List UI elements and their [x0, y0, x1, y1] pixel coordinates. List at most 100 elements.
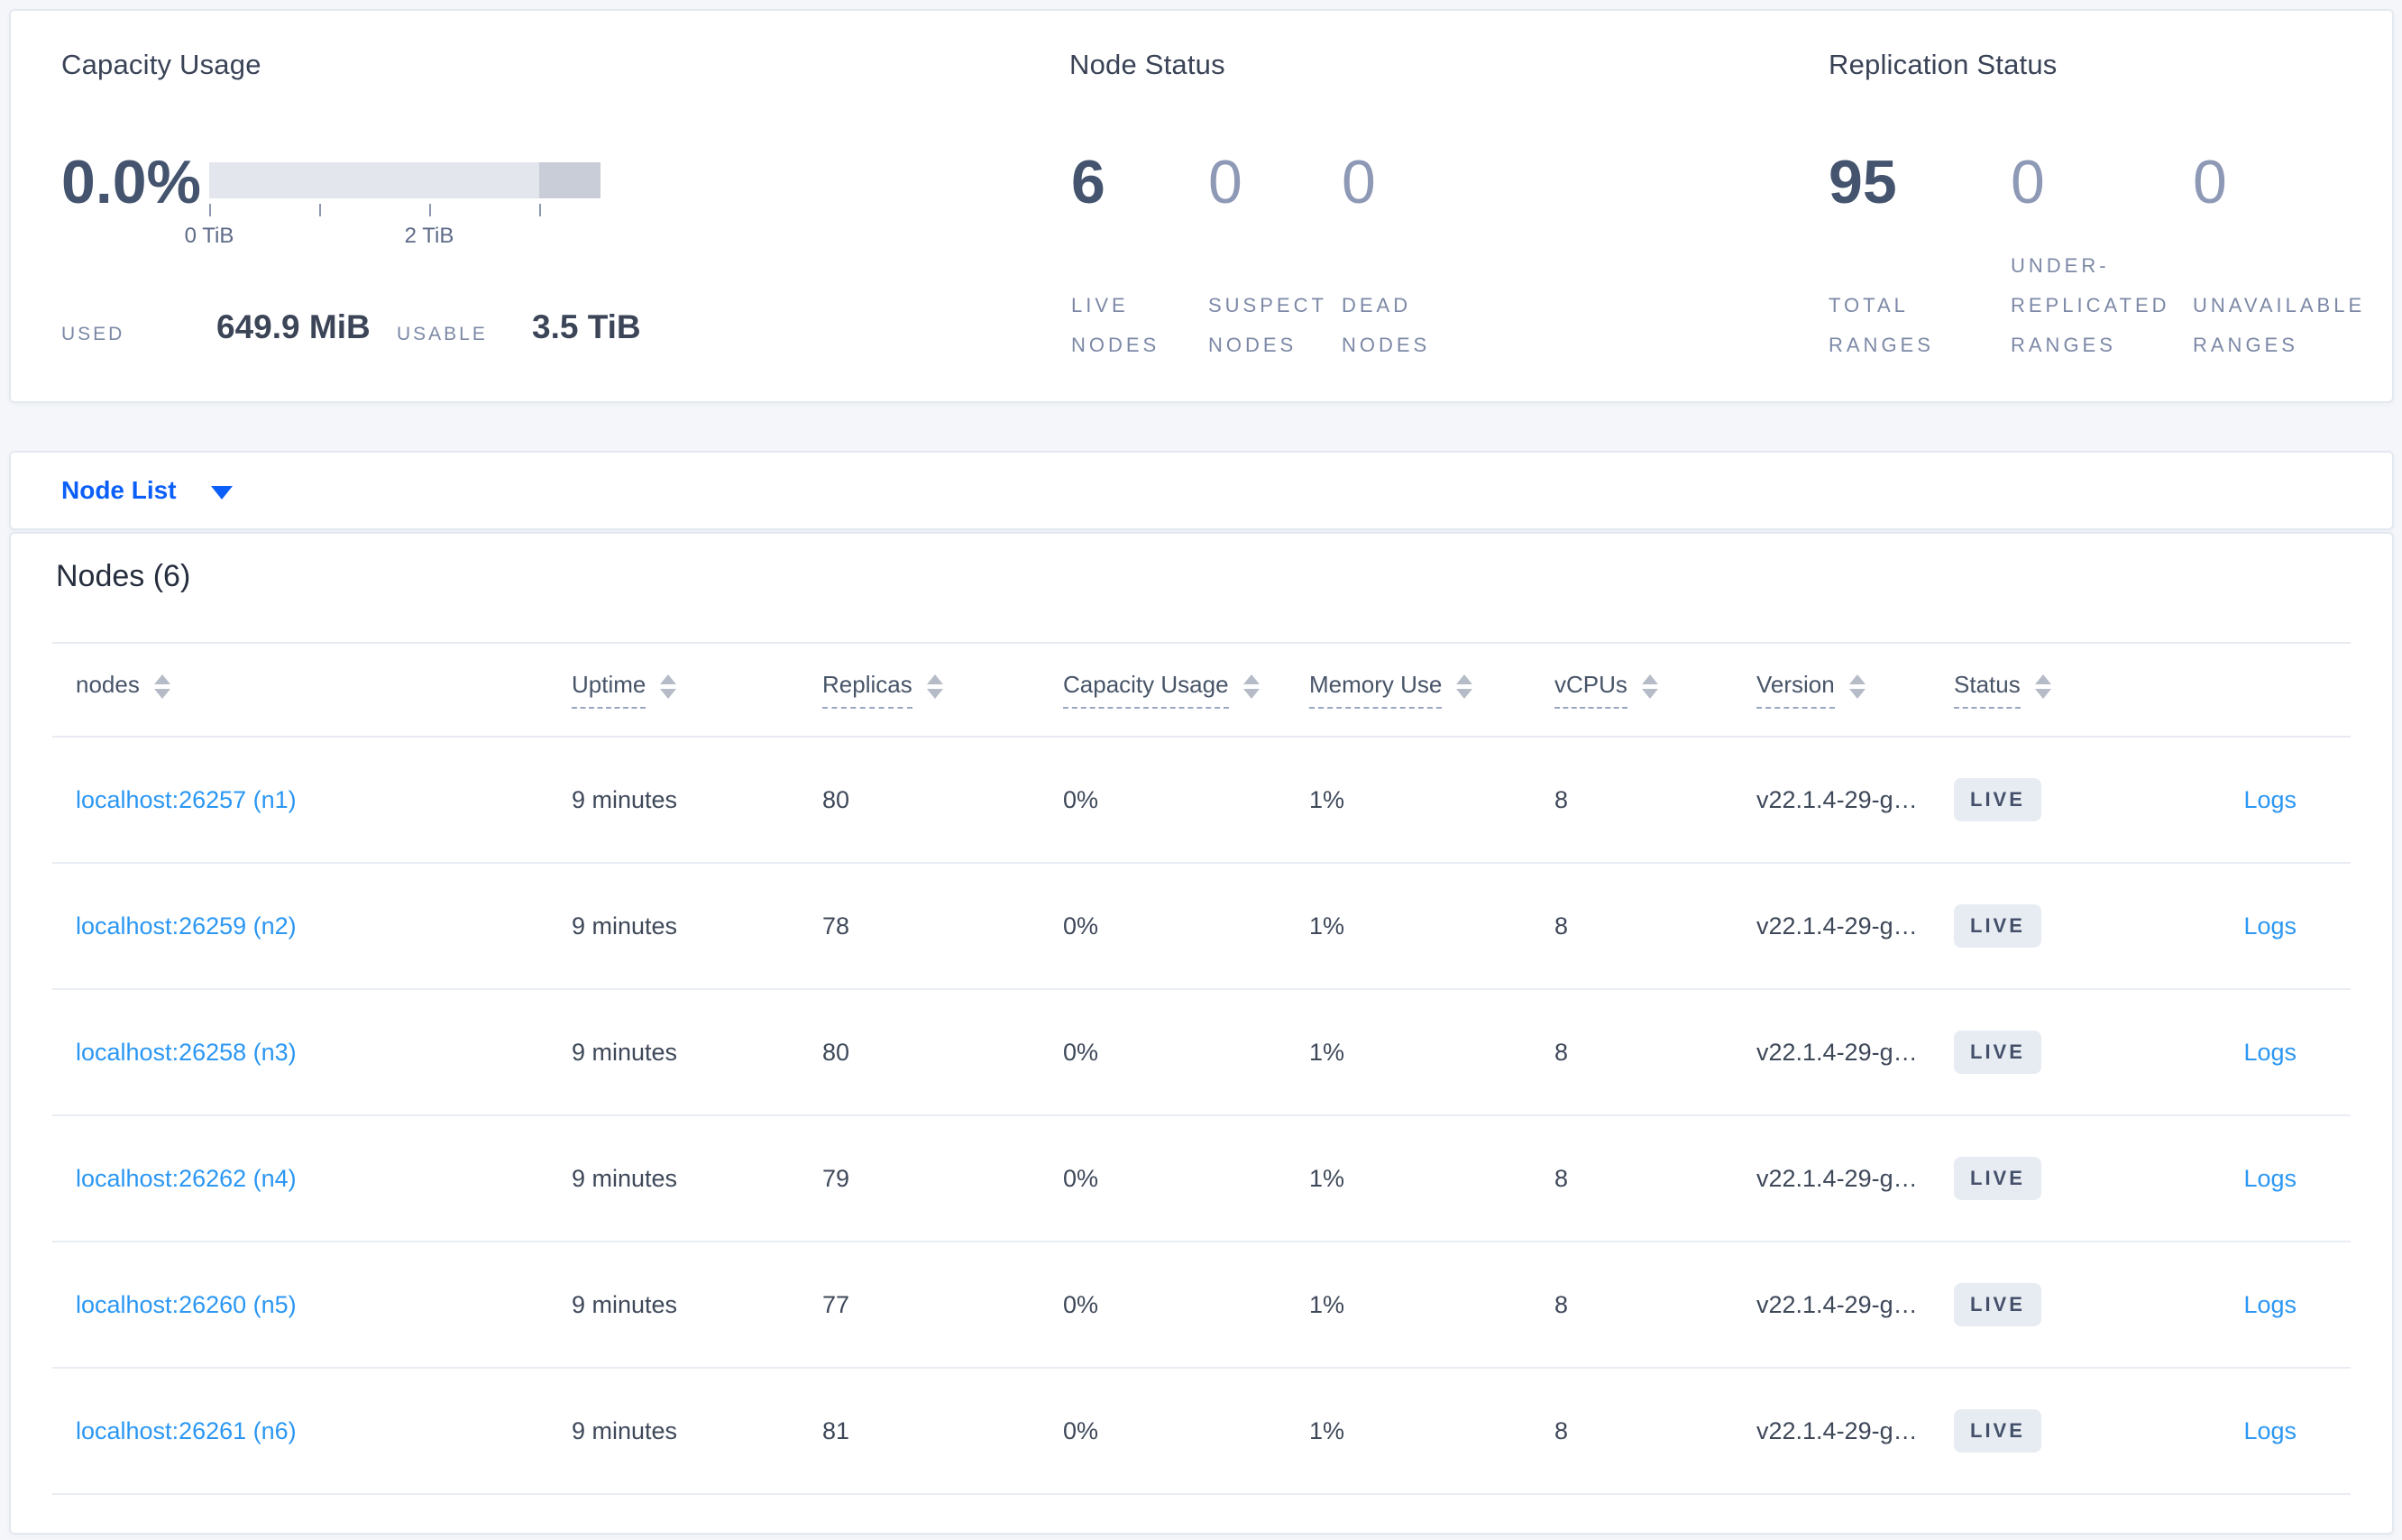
axis-tick-label: 2 TiB: [404, 224, 454, 248]
memory-cell: 1%: [1309, 912, 1345, 940]
sort-icon[interactable]: [2034, 674, 2051, 699]
dead-nodes-count: 0: [1342, 148, 1376, 216]
vcpus-cell: 8: [1554, 1164, 1569, 1192]
node-list-dropdown[interactable]: Node List: [61, 476, 233, 505]
nodes-table-header-row: nodes Uptime Replicas Capacity Usage Mem…: [52, 642, 2351, 738]
replicas-cell: 81: [822, 1416, 850, 1444]
status-badge: LIVE: [1954, 1409, 2041, 1453]
version-cell: v22.1.4-29-g…: [1756, 785, 1918, 813]
logs-link[interactable]: Logs: [2243, 1291, 2297, 1318]
table-row: localhost:26260 (n5) 9 minutes 77 0% 1% …: [52, 1242, 2351, 1369]
version-cell: v22.1.4-29-g…: [1756, 912, 1918, 940]
capacity-cell: 0%: [1063, 785, 1099, 813]
replicas-cell: 80: [822, 785, 850, 813]
axis-tick-label: 0 TiB: [184, 224, 234, 248]
version-cell: v22.1.4-29-g…: [1756, 1290, 1918, 1318]
usable-value: 3.5 TiB: [532, 308, 641, 345]
sort-icon[interactable]: [1242, 674, 1260, 699]
node-link[interactable]: localhost:26262 (n4): [76, 1165, 297, 1192]
unavailable-ranges-count: 0: [2193, 148, 2227, 216]
capacity-cell: 0%: [1063, 1164, 1099, 1192]
column-header-capacity-usage[interactable]: Capacity Usage: [1063, 671, 1309, 709]
memory-cell: 1%: [1309, 1416, 1345, 1444]
version-cell: v22.1.4-29-g…: [1756, 1038, 1918, 1066]
capacity-usage-bar: [209, 162, 600, 198]
uptime-cell: 9 minutes: [572, 785, 678, 813]
table-row: localhost:26257 (n1) 9 minutes 80 0% 1% …: [52, 738, 2351, 864]
under-replicated-ranges-count: 0: [2011, 148, 2045, 216]
memory-cell: 1%: [1309, 785, 1345, 813]
node-link[interactable]: localhost:26260 (n5): [76, 1291, 297, 1318]
uptime-cell: 9 minutes: [572, 1164, 678, 1192]
node-link[interactable]: localhost:26261 (n6): [76, 1417, 297, 1444]
sort-icon[interactable]: [660, 674, 677, 699]
column-header-memory-use[interactable]: Memory Use: [1309, 671, 1554, 709]
suspect-nodes-count: 0: [1208, 148, 1242, 216]
memory-cell: 1%: [1309, 1164, 1345, 1192]
vcpus-cell: 8: [1554, 1038, 1569, 1066]
vcpus-cell: 8: [1554, 1290, 1569, 1318]
uptime-cell: 9 minutes: [572, 1290, 678, 1318]
logs-link[interactable]: Logs: [2243, 1039, 2297, 1066]
unavailable-ranges-label: UNAVAILABLE RANGES: [2193, 294, 2366, 356]
used-value: 649.9 MiB: [216, 308, 371, 345]
capacity-bar-usable-segment: [209, 162, 539, 198]
vcpus-cell: 8: [1554, 785, 1569, 813]
used-label: USED: [61, 324, 125, 344]
capacity-cell: 0%: [1063, 1290, 1099, 1318]
node-list-dropdown-label: Node List: [61, 476, 177, 504]
column-header-vcpus[interactable]: vCPUs: [1554, 671, 1756, 709]
memory-cell: 1%: [1309, 1038, 1345, 1066]
logs-link[interactable]: Logs: [2243, 786, 2297, 813]
sort-icon[interactable]: [1456, 674, 1473, 699]
live-nodes-count: 6: [1071, 148, 1105, 216]
sort-icon[interactable]: [926, 674, 943, 699]
column-header-replicas[interactable]: Replicas: [822, 671, 1063, 709]
memory-cell: 1%: [1309, 1290, 1345, 1318]
capacity-cell: 0%: [1063, 1038, 1099, 1066]
axis-tick: [429, 204, 431, 216]
suspect-nodes-label: SUSPECT NODES: [1208, 294, 1327, 356]
chevron-down-icon: [210, 485, 233, 500]
replicas-cell: 79: [822, 1164, 850, 1192]
column-header-status[interactable]: Status: [1954, 671, 2157, 709]
uptime-cell: 9 minutes: [572, 912, 678, 940]
node-status-title: Node Status: [1069, 49, 1225, 80]
capacity-cell: 0%: [1063, 912, 1099, 940]
table-row: localhost:26262 (n4) 9 minutes 79 0% 1% …: [52, 1116, 2351, 1242]
logs-link[interactable]: Logs: [2243, 912, 2297, 940]
sort-icon[interactable]: [1848, 674, 1866, 699]
column-header-nodes[interactable]: nodes: [52, 671, 572, 709]
status-badge: LIVE: [1954, 904, 2041, 948]
axis-tick: [539, 204, 541, 216]
capacity-cell: 0%: [1063, 1416, 1099, 1444]
usable-label: USABLE: [397, 324, 488, 344]
version-cell: v22.1.4-29-g…: [1756, 1164, 1918, 1192]
node-link[interactable]: localhost:26259 (n2): [76, 912, 297, 940]
node-link[interactable]: localhost:26257 (n1): [76, 786, 297, 813]
logs-link[interactable]: Logs: [2243, 1417, 2297, 1444]
total-ranges-count: 95: [1829, 148, 1897, 216]
vcpus-cell: 8: [1554, 912, 1569, 940]
replicas-cell: 78: [822, 912, 850, 940]
node-list-dropdown-bar: Node List: [9, 451, 2394, 530]
table-row: localhost:26258 (n3) 9 minutes 80 0% 1% …: [52, 990, 2351, 1116]
sort-icon[interactable]: [1641, 674, 1658, 699]
sort-icon[interactable]: [153, 674, 170, 699]
table-row: localhost:26261 (n6) 9 minutes 81 0% 1% …: [52, 1369, 2351, 1495]
uptime-cell: 9 minutes: [572, 1416, 678, 1444]
status-badge: LIVE: [1954, 1031, 2041, 1074]
replicas-cell: 80: [822, 1038, 850, 1066]
column-header-uptime[interactable]: Uptime: [572, 671, 822, 709]
node-link[interactable]: localhost:26258 (n3): [76, 1039, 297, 1066]
column-header-version[interactable]: Version: [1756, 671, 1954, 709]
vcpus-cell: 8: [1554, 1416, 1569, 1444]
logs-link[interactable]: Logs: [2243, 1165, 2297, 1192]
total-ranges-label: TOTAL RANGES: [1829, 294, 1934, 356]
nodes-table-card: Nodes (6) nodes Uptime Replicas Capacity…: [9, 532, 2394, 1535]
table-row: localhost:26259 (n2) 9 minutes 78 0% 1% …: [52, 864, 2351, 990]
capacity-bar-other-segment: [539, 162, 600, 198]
uptime-cell: 9 minutes: [572, 1038, 678, 1066]
axis-tick: [209, 204, 211, 216]
capacity-usage-title: Capacity Usage: [61, 49, 261, 80]
